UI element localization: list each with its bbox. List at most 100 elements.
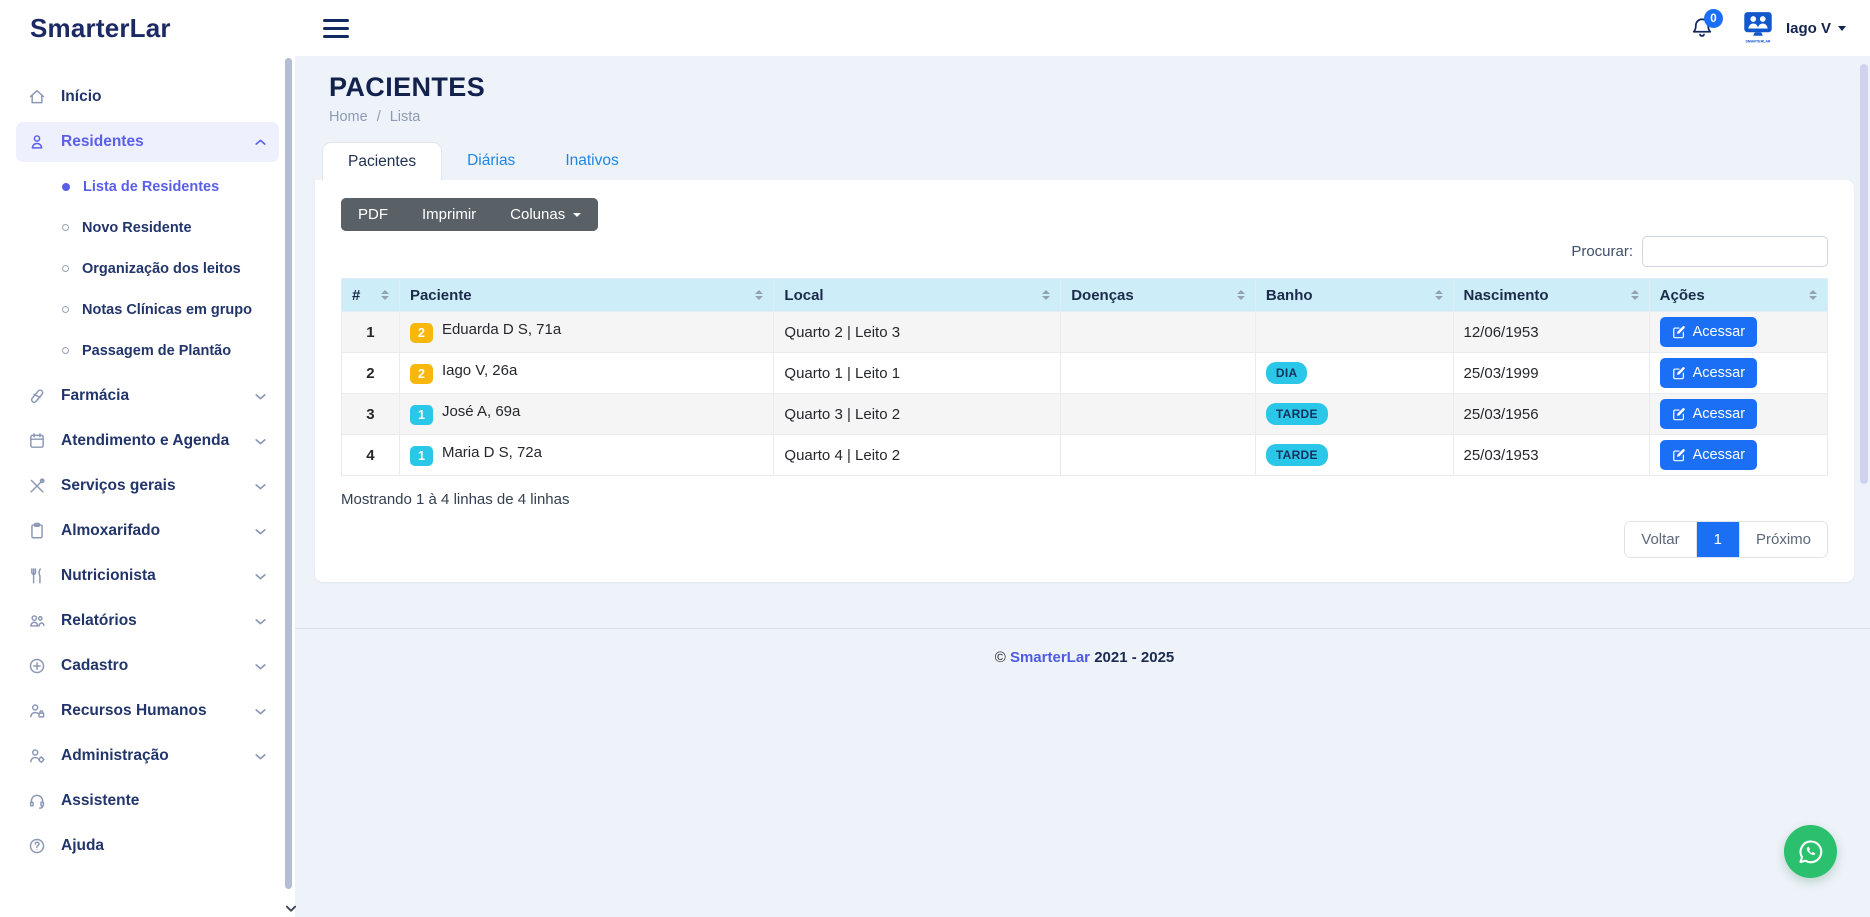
column-header-local[interactable]: Local (774, 279, 1061, 312)
sidebar-item-nutricionista[interactable]: Nutricionista (16, 556, 279, 596)
sidebar-item-passagem-de-plantao[interactable]: Passagem de Plantão (0, 330, 295, 371)
sidebar-item-recursos-humanos[interactable]: Recursos Humanos (16, 691, 279, 731)
sidebar-item-residentes[interactable]: Residentes (16, 122, 279, 162)
doencas-cell (1061, 312, 1256, 353)
tab-diarias[interactable]: Diárias (442, 142, 540, 180)
sidebar-item-ajuda[interactable]: Ajuda (16, 826, 279, 866)
search-input[interactable] (1642, 236, 1828, 267)
columns-dropdown-button[interactable]: Colunas (493, 198, 598, 231)
app-logo[interactable]: SmarterLar (0, 13, 295, 44)
footer-brand: SmarterLar (1010, 649, 1090, 666)
footer: © SmarterLar 2021 - 2025 (315, 629, 1854, 686)
sidebar-item-label: Ajuda (61, 837, 104, 855)
local-cell: Quarto 2 | Leito 3 (774, 312, 1061, 353)
count-badge: 2 (410, 323, 433, 343)
patient-name: Maria D S, 72a (442, 444, 542, 461)
pill-icon (28, 387, 46, 405)
local-cell: Quarto 4 | Leito 2 (774, 435, 1061, 476)
access-button[interactable]: Acessar (1660, 358, 1757, 388)
sidebar-item-servicos-gerais[interactable]: Serviços gerais (16, 466, 279, 506)
sidebar-item-cadastro[interactable]: Cadastro (16, 646, 279, 686)
sort-icon (755, 290, 763, 300)
count-badge: 2 (410, 364, 433, 384)
caret-down-icon (573, 213, 581, 217)
avatar[interactable]: SMARTERLAR (1740, 9, 1776, 47)
table-row: 1 2Eduarda D S, 71a Quarto 2 | Leito 3 1… (342, 312, 1828, 353)
chevron-down-icon (254, 705, 267, 718)
row-number: 1 (342, 312, 400, 353)
sidebar-item-relatorios[interactable]: Relatórios (16, 601, 279, 641)
patient-cell: 2 Iago V, 26a (399, 353, 773, 394)
count-badge: 1 (410, 446, 433, 466)
sidebar-item-administracao[interactable]: Administração (16, 736, 279, 776)
chevron-down-icon (254, 390, 267, 403)
sidebar-item-organizacao-dos-leitos[interactable]: Organização dos leitos (0, 248, 295, 289)
table-row: 4 1 Maria D S, 72a Quarto 4 | Leito 2 TAR… (342, 435, 1828, 476)
sidebar-item-farmacia[interactable]: Farmácia (16, 376, 279, 416)
window-scrollbar[interactable] (1859, 56, 1870, 917)
pencil-square-icon (1672, 407, 1686, 421)
banho-badge: TARDE (1266, 403, 1328, 425)
sidebar-item-almoxarifado[interactable]: Almoxarifado (16, 511, 279, 551)
table-info: Mostrando 1 à 4 linhas de 4 linhas (341, 491, 1828, 508)
acoes-cell: Acessar (1649, 435, 1827, 476)
patients-table: # Paciente Local Doenças Banho Nasciment… (341, 278, 1828, 476)
row-number: 4 (342, 435, 400, 476)
table-row: 3 1José A, 69a Quarto 3 | Leito 2 TARDE … (342, 394, 1828, 435)
column-header-doencas[interactable]: Doenças (1061, 279, 1256, 312)
sidebar-item-atendimento-e-agenda[interactable]: Atendimento e Agenda (16, 421, 279, 461)
sidebar-item-novo-residente[interactable]: Novo Residente (0, 207, 295, 248)
menu-toggle-icon[interactable] (323, 19, 349, 38)
scrollbar-thumb[interactable] (1860, 64, 1868, 484)
main-content: PACIENTES Home / Lista Pacientes Diárias… (295, 56, 1870, 917)
pagination-next-button[interactable]: Próximo (1739, 522, 1827, 557)
sort-icon (1237, 290, 1245, 300)
pdf-button[interactable]: PDF (341, 198, 405, 231)
access-button[interactable]: Acessar (1660, 440, 1757, 470)
breadcrumb-separator: / (377, 109, 381, 125)
sidebar-item-label: Assistente (61, 792, 139, 810)
column-header-acoes[interactable]: Ações (1649, 279, 1827, 312)
breadcrumb: Home / Lista (315, 109, 1854, 125)
sidebar-item-lista-de-residentes[interactable]: Lista de Residentes (0, 166, 295, 207)
print-button[interactable]: Imprimir (405, 198, 493, 231)
breadcrumb-home[interactable]: Home (329, 109, 368, 125)
tools-icon (28, 477, 46, 495)
pencil-square-icon (1672, 366, 1686, 380)
column-header-num[interactable]: # (342, 279, 400, 312)
tab-pacientes[interactable]: Pacientes (322, 142, 442, 181)
whatsapp-button[interactable] (1784, 825, 1837, 878)
sidebar-item-label: Notas Clínicas em grupo (82, 302, 252, 318)
scrollbar-thumb[interactable] (285, 58, 292, 889)
notification-badge: 0 (1704, 9, 1723, 28)
sidebar-item-assistente[interactable]: Assistente (16, 781, 279, 821)
user-menu[interactable]: Iago V (1786, 20, 1846, 37)
access-button[interactable]: Acessar (1660, 317, 1757, 347)
acoes-cell: Acessar (1649, 394, 1827, 435)
doencas-cell (1061, 394, 1256, 435)
access-button[interactable]: Acessar (1660, 399, 1757, 429)
table-search: Procurar: (341, 236, 1828, 267)
sidebar-item-notas-clinicas-em-grupo[interactable]: Notas Clínicas em grupo (0, 289, 295, 330)
sidebar-scrollbar[interactable] (285, 58, 292, 915)
chevron-down-icon (254, 615, 267, 628)
bullet-icon (62, 265, 69, 272)
notifications-button[interactable]: 0 (1690, 16, 1714, 40)
nascimento-cell: 25/03/1999 (1453, 353, 1649, 394)
sort-icon (381, 290, 389, 300)
banho-badge: TARDE (1266, 444, 1328, 466)
column-header-paciente[interactable]: Paciente (399, 279, 773, 312)
sidebar-item-inicio[interactable]: Início (16, 77, 279, 117)
svg-text:SMARTERLAR: SMARTERLAR (1745, 39, 1770, 43)
sidebar: Início Residentes Lista de Residentes No… (0, 56, 295, 917)
column-header-nascimento[interactable]: Nascimento (1453, 279, 1649, 312)
pagination-page-1[interactable]: 1 (1697, 522, 1739, 557)
search-label: Procurar: (1571, 243, 1633, 260)
sort-icon (1809, 290, 1817, 300)
patient-name: Iago V, 26a (442, 362, 517, 379)
tab-inativos[interactable]: Inativos (540, 142, 643, 180)
acoes-cell: Acessar (1649, 312, 1827, 353)
column-header-banho[interactable]: Banho (1255, 279, 1453, 312)
pagination-prev-button[interactable]: Voltar (1625, 522, 1696, 557)
doencas-cell (1061, 353, 1256, 394)
